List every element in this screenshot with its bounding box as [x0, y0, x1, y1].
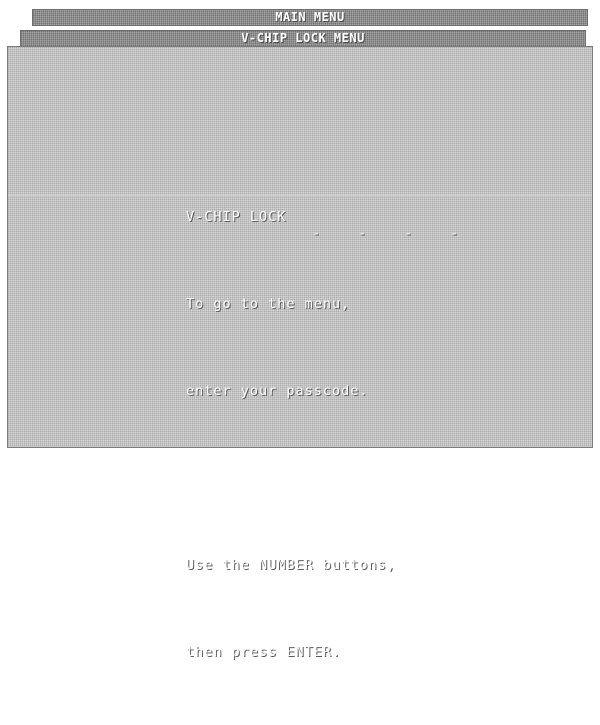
prompt-line-3: Use the NUMBER buttons,	[186, 557, 396, 573]
main-menu-title-bar: MAIN MENU	[32, 9, 588, 26]
prompt-line-2: enter your passcode.	[186, 383, 369, 399]
passcode-digit-slot-2[interactable]: -	[358, 220, 366, 249]
passcode-digit-slot-1[interactable]: -	[312, 220, 320, 249]
vchip-lock-menu-title: V-CHIP LOCK MENU	[241, 31, 365, 45]
vchip-lock-panel: V-CHIP LOCK To go to the menu, enter you…	[7, 46, 593, 660]
passcode-digit-slot-3[interactable]: -	[404, 220, 412, 249]
prompt-line-1: To go to the menu,	[186, 296, 351, 312]
passcode-entry[interactable]: - - - -	[312, 220, 458, 249]
passcode-digit-slot-4[interactable]: -	[450, 220, 458, 249]
passcode-spacer	[186, 464, 396, 493]
prompt-line-4: then press ENTER.	[186, 644, 342, 660]
main-menu-title: MAIN MENU	[275, 10, 345, 24]
